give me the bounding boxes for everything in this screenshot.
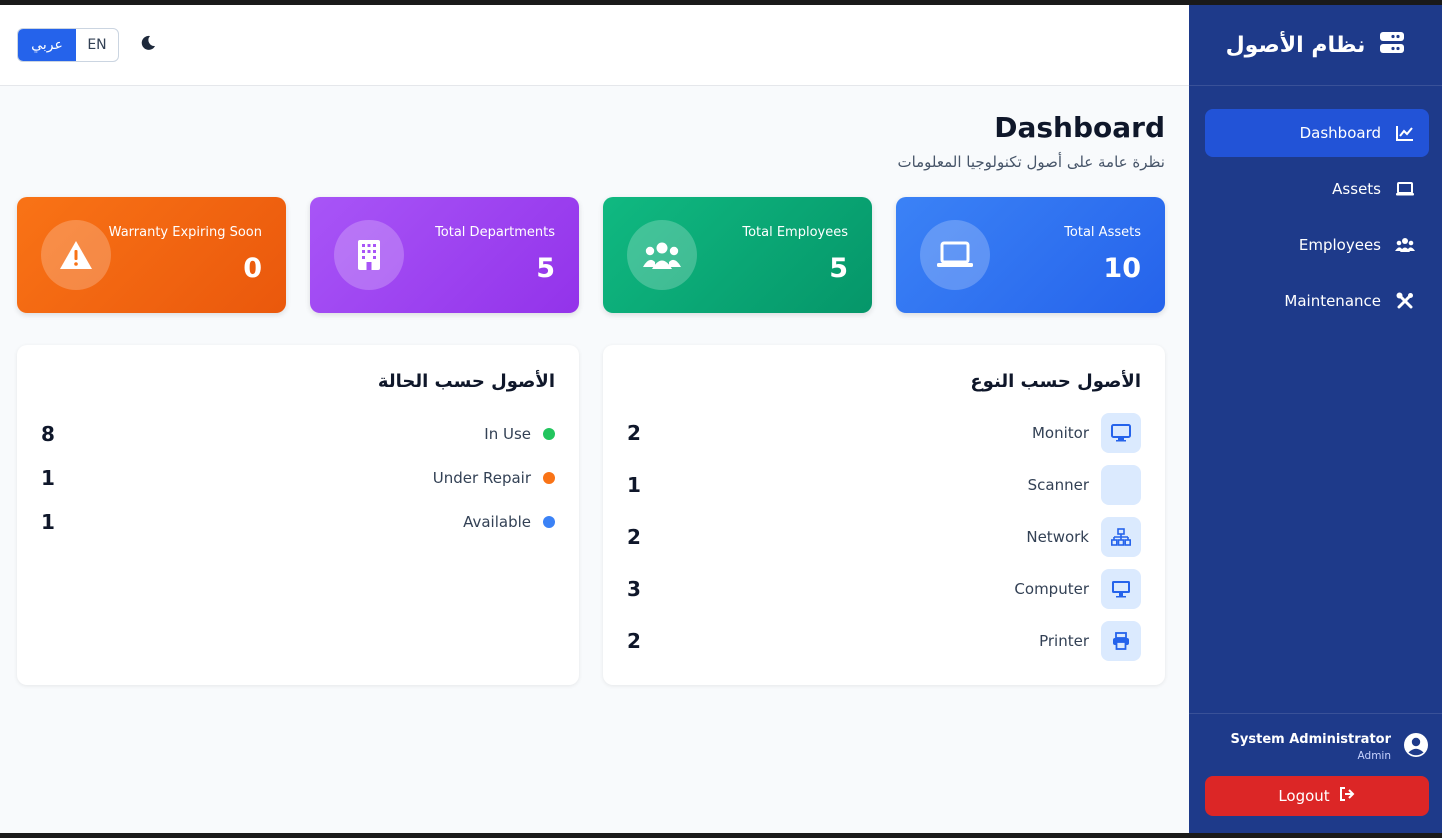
- status-count: 1: [41, 466, 55, 490]
- stat-value: 5: [536, 253, 555, 284]
- network-icon: [1101, 517, 1141, 557]
- moon-icon: [140, 35, 156, 55]
- logout-label: Logout: [1278, 787, 1330, 805]
- stat-label: Total Employees: [742, 225, 848, 240]
- desktop-icon: [1101, 569, 1141, 609]
- sidebar-item-maintenance[interactable]: Maintenance: [1205, 277, 1429, 325]
- stat-label: Total Assets: [1064, 225, 1141, 240]
- type-name: Monitor: [1031, 424, 1089, 442]
- stat-value: 5: [829, 253, 848, 284]
- page-title: Dashboard: [994, 111, 1165, 144]
- sidebar-item-label: Employees: [1298, 236, 1381, 254]
- stat-card-employees: Total Employees 5: [603, 197, 872, 313]
- list-item: 1 Under Repair: [41, 463, 555, 493]
- stat-card-warranty: Warranty Expiring Soon 0: [17, 197, 286, 313]
- panel-title: الأصول حسب الحالة: [377, 371, 555, 392]
- type-count: 1: [627, 473, 641, 497]
- scanner-icon: [1101, 465, 1141, 505]
- stat-card-departments: Total Departments 5: [310, 197, 579, 313]
- status-name: Under Repair: [432, 469, 531, 487]
- stat-value: 0: [243, 253, 262, 284]
- type-count: 3: [627, 577, 641, 601]
- list-item: 8 In Use: [41, 419, 555, 449]
- user-circle-icon: [1403, 732, 1429, 762]
- sidebar-item-label: Maintenance: [1284, 292, 1381, 310]
- stat-label: Total Departments: [435, 225, 555, 240]
- brand[interactable]: نظام الأصول: [1189, 5, 1442, 86]
- assets-by-status-panel: الأصول حسب الحالة 8 In Use 1 Under Repai…: [17, 345, 579, 685]
- users-icon: [627, 220, 697, 290]
- type-count: 2: [627, 629, 641, 653]
- tools-icon: [1395, 291, 1415, 311]
- list-item: 2 Printer: [627, 621, 1141, 661]
- status-dot: [543, 472, 555, 484]
- topbar: عربي EN: [0, 5, 1189, 86]
- building-icon: [334, 220, 404, 290]
- status-dot: [543, 516, 555, 528]
- theme-toggle-button[interactable]: [140, 35, 160, 55]
- type-name: Computer: [1014, 580, 1089, 598]
- laptop-icon: [1395, 179, 1415, 199]
- type-count: 2: [627, 525, 641, 549]
- status-name: In Use: [484, 425, 531, 443]
- language-switch: عربي EN: [17, 28, 119, 62]
- warning-icon: [41, 220, 111, 290]
- list-item: 3 Computer: [627, 569, 1141, 609]
- printer-icon: [1101, 621, 1141, 661]
- lang-ar-button[interactable]: عربي: [18, 29, 76, 61]
- users-icon: [1395, 235, 1415, 255]
- type-name: Scanner: [1027, 476, 1089, 494]
- status-name: Available: [463, 513, 531, 531]
- list-item: 1 Available: [41, 507, 555, 537]
- type-name: Network: [1026, 528, 1089, 546]
- type-name: Printer: [1039, 632, 1089, 650]
- sidebar-nav: Dashboard Assets Employees Maintenance: [1189, 86, 1442, 325]
- list-item: 1 Scanner: [627, 465, 1141, 505]
- sidebar-item-employees[interactable]: Employees: [1205, 221, 1429, 269]
- type-count: 2: [627, 421, 641, 445]
- sidebar-item-assets[interactable]: Assets: [1205, 165, 1429, 213]
- page-subtitle: نظرة عامة على أصول تكنولوجيا المعلومات: [897, 153, 1165, 171]
- lang-en-button[interactable]: EN: [76, 29, 118, 61]
- user-role: Admin: [1357, 750, 1391, 762]
- stat-card-assets: Total Assets 10: [896, 197, 1165, 313]
- sidebar-item-label: Dashboard: [1299, 124, 1381, 142]
- chart-line-icon: [1395, 123, 1415, 143]
- sidebar-item-label: Assets: [1332, 180, 1381, 198]
- stat-label: Warranty Expiring Soon: [108, 225, 262, 240]
- status-count: 8: [41, 422, 55, 446]
- sidebar-item-dashboard[interactable]: Dashboard: [1205, 109, 1429, 157]
- list-item: 2 Network: [627, 517, 1141, 557]
- sidebar: نظام الأصول Dashboard Assets Employees M…: [1189, 5, 1442, 833]
- user-panel: System Administrator Admin Logout: [1189, 713, 1442, 816]
- panel-title: الأصول حسب النوع: [970, 371, 1141, 392]
- user-name: System Administrator: [1230, 732, 1391, 747]
- status-dot: [543, 428, 555, 440]
- stat-value: 10: [1103, 253, 1141, 284]
- logout-button[interactable]: Logout: [1205, 776, 1429, 816]
- laptop-icon: [920, 220, 990, 290]
- server-icon: [1379, 31, 1405, 59]
- list-item: 2 Monitor: [627, 413, 1141, 453]
- app-window: نظام الأصول Dashboard Assets Employees M…: [0, 5, 1442, 833]
- assets-by-type-panel: الأصول حسب النوع 2 Monitor 1 Scanner 2 N…: [603, 345, 1165, 685]
- monitor-icon: [1101, 413, 1141, 453]
- status-count: 1: [41, 510, 55, 534]
- sign-out-icon: [1338, 786, 1356, 806]
- brand-title: نظام الأصول: [1225, 32, 1366, 58]
